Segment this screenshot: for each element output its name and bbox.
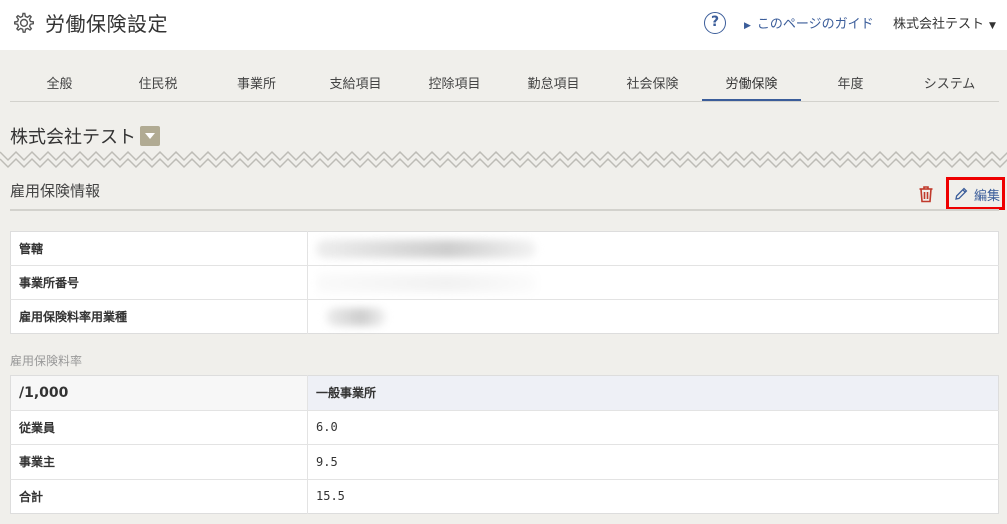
insurance-rate-table: /1,000 一般事業所 従業員 6.0 事業主 9.5 合計 15.5 [10,375,999,514]
company-menu-label: 株式会社テスト [893,17,985,32]
gear-icon [14,12,34,33]
industry-type-label: 雇用保険料率用業種 [10,299,308,334]
company-dropdown-button[interactable] [140,126,160,146]
table-row: 管轄 [10,231,999,266]
company-menu[interactable]: 株式会社テスト ▼ [893,13,996,32]
tab-social-insurance[interactable]: 社会保険 [603,74,702,101]
office-number-value [307,265,999,300]
redacted-value [316,266,541,299]
table-row: 事業所番号 [10,265,999,300]
tab-attendance-items[interactable]: 勤怠項目 [504,74,603,101]
trash-icon[interactable] [918,185,934,203]
top-bar: 労働保険設定 ? ▶ このページのガイド 株式会社テスト ▼ [0,0,1007,50]
help-icon[interactable]: ? [704,12,726,34]
employment-insurance-info-table: 管轄 事業所番号 雇用保険料率用業種 [10,231,999,334]
zigzag-divider [0,150,1007,169]
tab-deduction-items[interactable]: 控除項目 [405,74,504,101]
employee-rate-label: 従業員 [10,410,308,445]
section-title: 雇用保険情報 [10,182,101,200]
section-divider [10,209,999,211]
table-row: 事業主 9.5 [10,444,999,480]
page-title: 労働保険設定 [45,12,168,36]
table-header-row: /1,000 一般事業所 [10,375,999,411]
office-number-label: 事業所番号 [10,265,308,300]
redacted-value [316,232,541,265]
tab-resident-tax[interactable]: 住民税 [109,74,207,101]
settings-tabs: 全般 住民税 事業所 支給項目 控除項目 勤怠項目 社会保険 労働保険 年度 シ… [10,74,999,102]
rate-unit-header: /1,000 [10,375,308,411]
company-selector: 株式会社テスト [10,123,160,149]
caret-right-icon: ▶ [744,21,751,31]
page-guide-label: このページのガイド [756,17,874,32]
company-name: 株式会社テスト [10,127,136,148]
table-row: 従業員 6.0 [10,410,999,445]
redacted-value [316,300,541,333]
tab-office[interactable]: 事業所 [207,74,306,101]
tab-system[interactable]: システム [900,74,999,101]
edit-button[interactable]: 編集 [946,177,1005,210]
employee-rate-value: 6.0 [307,410,999,445]
tab-payment-items[interactable]: 支給項目 [306,74,405,101]
rate-caption: 雇用保険料率 [10,354,83,368]
table-row: 雇用保険料率用業種 [10,299,999,334]
business-type-header: 一般事業所 [307,375,999,411]
table-row: 合計 15.5 [10,479,999,514]
tab-labor-insurance[interactable]: 労働保険 [702,74,801,101]
employer-rate-label: 事業主 [10,444,308,480]
total-rate-value: 15.5 [316,489,345,504]
jurisdiction-value [307,231,999,266]
tab-general[interactable]: 全般 [10,74,109,101]
total-rate-label: 合計 [10,479,308,514]
jurisdiction-label: 管轄 [10,231,308,266]
caret-down-icon: ▼ [989,21,996,31]
page-guide-link[interactable]: ▶ このページのガイド [744,13,874,32]
industry-type-value [308,300,999,334]
employer-rate-value: 9.5 [307,444,999,480]
edit-label: 編集 [974,189,1001,204]
pencil-icon [955,187,968,200]
tab-fiscal-year[interactable]: 年度 [801,74,900,101]
